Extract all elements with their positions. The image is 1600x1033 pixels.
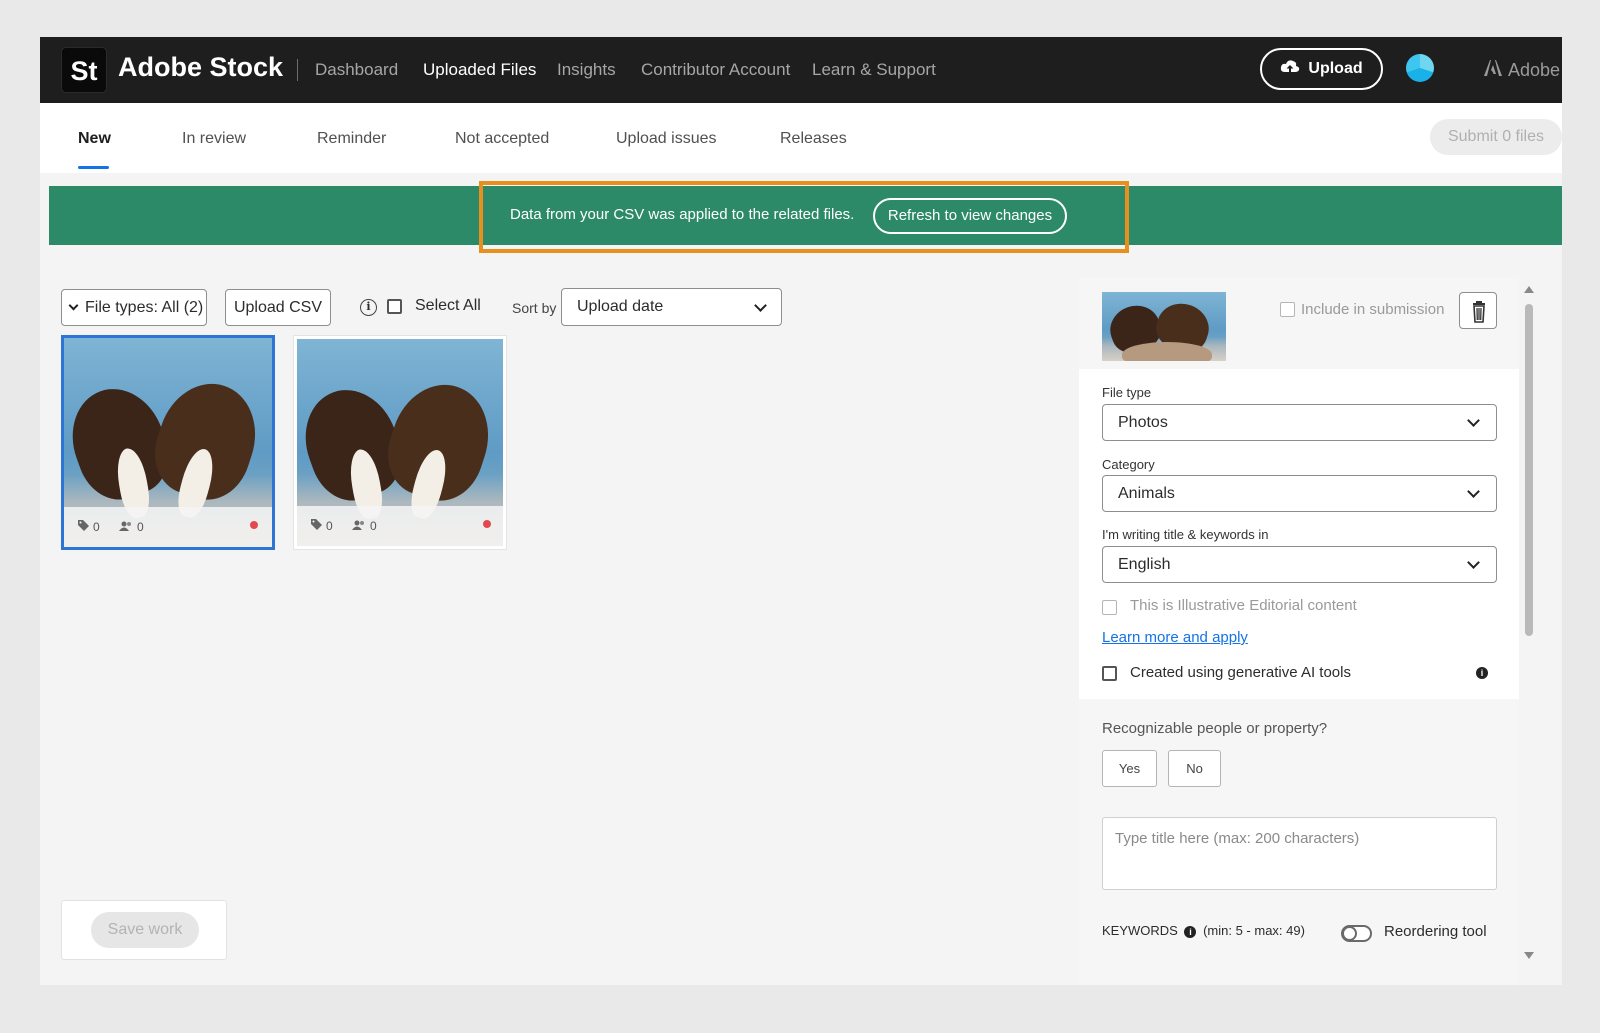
- file-thumbnail[interactable]: 0 0: [61, 335, 275, 550]
- refresh-button[interactable]: Refresh to view changes: [873, 198, 1067, 234]
- tab-upload-issues[interactable]: Upload issues: [616, 130, 717, 148]
- include-submission-label: Include in submission: [1301, 301, 1445, 318]
- chevron-down-icon: [754, 299, 767, 312]
- upload-button[interactable]: Upload: [1260, 48, 1383, 90]
- chevron-down-icon: [1467, 414, 1480, 427]
- adobe-menu[interactable]: Adobe: [1484, 60, 1560, 81]
- cloud-upload-icon: [1280, 59, 1300, 80]
- info-icon[interactable]: i: [360, 299, 377, 316]
- people-icon: [119, 520, 133, 534]
- select-all-checkbox[interactable]: [387, 299, 402, 314]
- keywords-label: KEYWORDS i (min: 5 - max: 49): [1102, 923, 1305, 938]
- selected-file-preview: [1102, 292, 1226, 361]
- sort-by-label: Sort by: [512, 300, 557, 316]
- brand-name[interactable]: Adobe Stock: [118, 52, 283, 83]
- keyword-count: 0: [78, 520, 100, 534]
- people-count: 0: [352, 519, 377, 533]
- chevron-down-icon: [1467, 485, 1480, 498]
- upload-label: Upload: [1308, 60, 1363, 77]
- nav-contributor-account[interactable]: Contributor Account: [641, 60, 790, 80]
- submit-files-button[interactable]: Submit 0 files: [1430, 119, 1562, 155]
- category-select[interactable]: Animals: [1102, 475, 1497, 512]
- tag-icon: [78, 520, 89, 534]
- status-dot: [483, 520, 491, 528]
- editorial-checkbox[interactable]: [1102, 600, 1117, 615]
- chevron-down-icon: [1467, 556, 1480, 569]
- tab-reminder[interactable]: Reminder: [317, 130, 386, 148]
- language-label: I'm writing title & keywords in: [1102, 527, 1269, 542]
- people-icon: [352, 519, 366, 533]
- save-work-button[interactable]: Save work: [91, 912, 199, 948]
- recognizable-label: Recognizable people or property?: [1102, 720, 1328, 737]
- panel-scrollbar[interactable]: [1522, 282, 1535, 962]
- gen-ai-info-icon[interactable]: i: [1476, 667, 1488, 679]
- category-label: Category: [1102, 457, 1155, 472]
- trash-icon: [1460, 301, 1498, 334]
- category-value: Animals: [1118, 485, 1175, 502]
- file-type-select[interactable]: Photos: [1102, 404, 1497, 441]
- language-value: English: [1118, 556, 1171, 573]
- nav-insights[interactable]: Insights: [557, 60, 616, 80]
- sort-value: Upload date: [577, 298, 664, 315]
- nav-learn-support[interactable]: Learn & Support: [812, 60, 936, 80]
- scroll-up-icon[interactable]: [1524, 286, 1534, 293]
- brand-divider: [297, 59, 298, 81]
- people-count: 0: [119, 520, 144, 534]
- file-type-value: Photos: [1118, 414, 1168, 431]
- tab-not-accepted[interactable]: Not accepted: [455, 130, 549, 148]
- panel-header: Include in submission: [1079, 277, 1519, 369]
- language-select[interactable]: English: [1102, 546, 1497, 583]
- adobe-logo-icon: [1484, 60, 1502, 81]
- learn-more-link[interactable]: Learn more and apply: [1102, 629, 1248, 646]
- file-types-filter[interactable]: File types: All (2): [61, 289, 207, 326]
- tab-new[interactable]: New: [78, 130, 111, 148]
- user-avatar[interactable]: [1406, 54, 1434, 82]
- sort-select[interactable]: Upload date: [561, 288, 782, 326]
- file-thumbnail[interactable]: 0 0: [293, 335, 507, 550]
- select-all-label[interactable]: Select All: [415, 297, 481, 315]
- reordering-label: Reordering tool: [1384, 923, 1487, 940]
- editorial-label: This is Illustrative Editorial content: [1130, 597, 1357, 614]
- gen-ai-checkbox[interactable]: [1102, 666, 1117, 681]
- file-types-label: File types: All (2): [85, 298, 204, 316]
- thumbnail-meta: 0 0: [297, 506, 503, 546]
- reordering-toggle[interactable]: [1341, 925, 1372, 942]
- scroll-thumb[interactable]: [1525, 304, 1533, 636]
- upload-csv-button[interactable]: Upload CSV: [225, 289, 331, 326]
- file-details-panel: Include in submission File type Photos C…: [1079, 277, 1519, 985]
- no-button[interactable]: No: [1168, 750, 1221, 787]
- file-type-label: File type: [1102, 385, 1152, 400]
- delete-button[interactable]: [1459, 292, 1497, 329]
- tab-in-review[interactable]: In review: [182, 130, 246, 148]
- yes-button[interactable]: Yes: [1102, 750, 1157, 787]
- scroll-down-icon[interactable]: [1524, 952, 1534, 959]
- include-submission-checkbox[interactable]: [1280, 302, 1295, 317]
- save-work-container: Save work: [61, 900, 227, 960]
- keywords-info-icon[interactable]: i: [1184, 925, 1197, 938]
- active-tab-indicator: [78, 166, 109, 169]
- tag-icon: [311, 519, 322, 533]
- status-tabs: New In review Reminder Not accepted Uplo…: [40, 103, 1562, 173]
- adobe-label: Adobe: [1508, 60, 1561, 80]
- title-input[interactable]: Type title here (max: 200 characters): [1102, 817, 1497, 890]
- stock-logo[interactable]: St: [61, 47, 107, 93]
- status-dot: [250, 521, 258, 529]
- banner-message: Data from your CSV was applied to the re…: [510, 206, 855, 223]
- top-bar: St Adobe Stock Dashboard Uploaded Files …: [40, 37, 1562, 103]
- thumbnail-meta: 0 0: [64, 507, 272, 547]
- chevron-down-icon: [68, 300, 79, 311]
- nav-uploaded-files[interactable]: Uploaded Files: [423, 60, 536, 80]
- app-window: St Adobe Stock Dashboard Uploaded Files …: [40, 37, 1562, 985]
- details-section: Recognizable people or property? Yes No …: [1079, 699, 1519, 985]
- gen-ai-label: Created using generative AI tools: [1130, 664, 1351, 681]
- tab-releases[interactable]: Releases: [780, 130, 847, 148]
- nav-dashboard[interactable]: Dashboard: [315, 60, 398, 80]
- keyword-count: 0: [311, 519, 333, 533]
